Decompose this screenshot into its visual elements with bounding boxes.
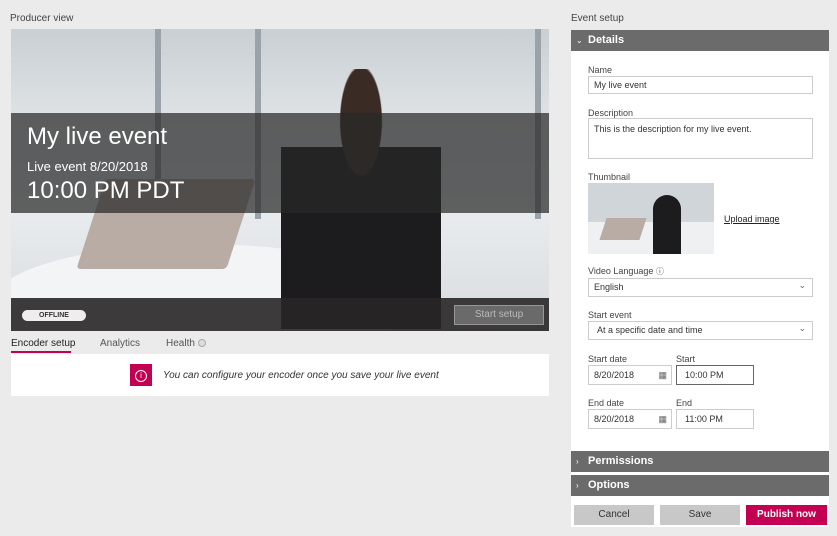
cancel-button[interactable]: Cancel: [574, 505, 654, 525]
calendar-icon[interactable]: ▦: [658, 410, 667, 428]
upload-image-link[interactable]: Upload image: [724, 214, 780, 224]
tab-health-label: Health: [166, 338, 195, 349]
producer-view-title: Producer view: [10, 13, 74, 24]
message-text: You can configure your encoder once you …: [163, 370, 439, 381]
event-date: Live event 8/20/2018: [27, 159, 148, 174]
start-event-label: Start event: [588, 310, 632, 320]
calendar-icon[interactable]: ▦: [658, 366, 667, 384]
details-header-label: Details: [588, 34, 625, 46]
start-time-label: Start: [676, 354, 696, 364]
status-badge: OFFLINE: [22, 310, 86, 321]
options-section-header[interactable]: › Options: [571, 475, 829, 496]
end-date-input[interactable]: 8/20/2018 ▦: [588, 409, 672, 429]
description-label: Description: [588, 108, 634, 118]
start-date-label: Start date: [588, 354, 628, 364]
publish-now-button[interactable]: Publish now: [746, 505, 827, 525]
event-title: My live event: [27, 123, 168, 150]
chevron-down-icon: ⌄: [576, 36, 583, 45]
start-setup-button[interactable]: Start setup: [454, 305, 544, 325]
tab-encoder-setup[interactable]: Encoder setup: [11, 338, 76, 349]
tab-analytics[interactable]: Analytics: [100, 338, 140, 349]
chevron-down-icon: ⌄: [798, 280, 806, 290]
start-event-value: At a specific date and time: [597, 325, 703, 335]
video-language-label: Video Language ⓘ: [588, 266, 664, 277]
end-date-label: End date: [588, 398, 625, 408]
active-tab-indicator: [11, 351, 71, 353]
permissions-header-label: Permissions: [588, 455, 654, 467]
tab-health[interactable]: Health: [166, 338, 206, 349]
permissions-section-header[interactable]: › Permissions: [571, 451, 829, 472]
options-header-label: Options: [588, 479, 630, 491]
video-preview: My live event Live event 8/20/2018 10:00…: [11, 29, 549, 331]
chevron-down-icon: ⌄: [798, 323, 806, 333]
end-date-value: 8/20/2018: [594, 414, 635, 424]
info-icon: i: [130, 364, 152, 386]
video-language-text: Video Language: [588, 266, 654, 276]
details-section-header[interactable]: ⌄ Details: [571, 30, 829, 51]
start-date-input[interactable]: 8/20/2018 ▦: [588, 365, 672, 385]
thumbnail-label: Thumbnail: [588, 172, 631, 182]
start-time-input[interactable]: 10:00 PM: [676, 365, 754, 385]
end-time-input[interactable]: 11:00 PM: [676, 409, 754, 429]
event-setup-title: Event setup: [571, 13, 624, 24]
name-input[interactable]: My live event: [588, 76, 813, 94]
encoder-message: i You can configure your encoder once yo…: [11, 354, 549, 396]
thumbnail-image: [588, 183, 714, 254]
name-label: Name: [588, 65, 613, 75]
video-language-select[interactable]: English ⌄: [588, 278, 813, 297]
info-icon[interactable]: ⓘ: [656, 267, 664, 276]
chevron-right-icon: ›: [576, 457, 579, 466]
health-status-icon: [197, 339, 206, 347]
end-time-label: End: [676, 398, 693, 408]
chevron-right-icon: ›: [576, 481, 579, 490]
event-time: 10:00 PM PDT: [27, 177, 185, 204]
video-language-value: English: [594, 282, 624, 292]
save-button[interactable]: Save: [660, 505, 740, 525]
event-overlay: My live event Live event 8/20/2018 10:00…: [11, 113, 549, 213]
description-input[interactable]: This is the description for my live even…: [588, 118, 813, 159]
start-event-select[interactable]: At a specific date and time ⌄: [588, 321, 813, 340]
start-date-value: 8/20/2018: [594, 370, 635, 380]
